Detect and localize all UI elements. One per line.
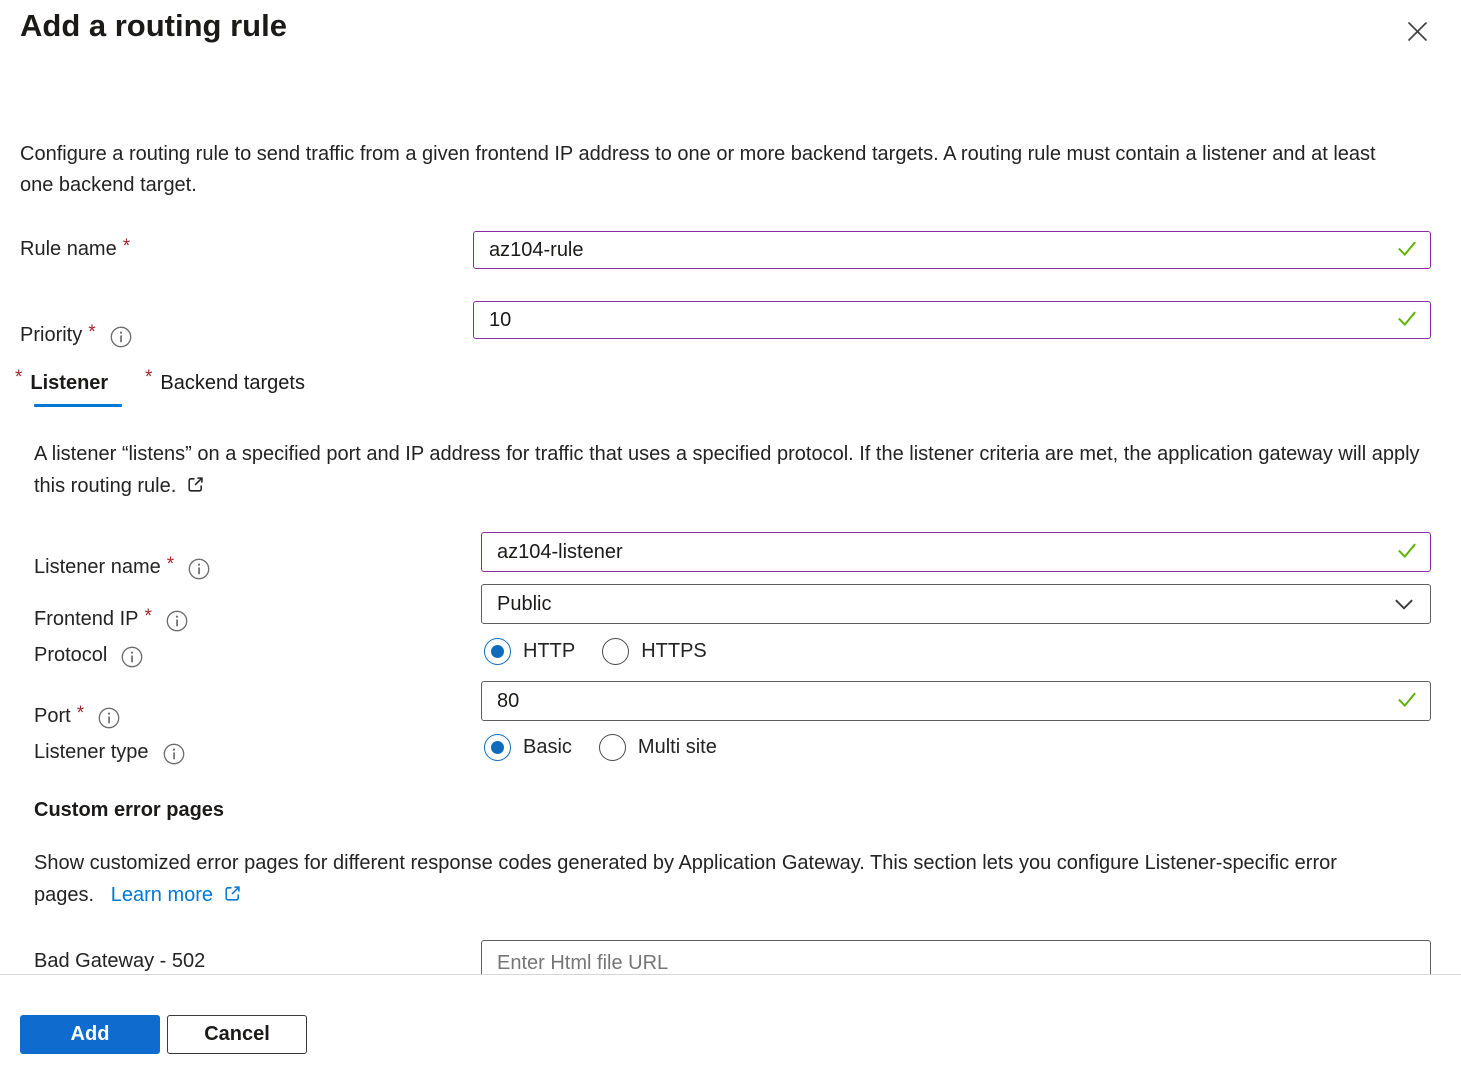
dialog-content: Add a routing rule Configure a routing r… xyxy=(0,0,1461,974)
protocol-radio-group: HTTP HTTPS xyxy=(484,638,734,665)
required-asterisk: * xyxy=(77,703,84,725)
listener-name-label-row: Listener name * xyxy=(34,556,210,579)
rule-name-label-row: Rule name * xyxy=(20,238,130,261)
listener-type-basic-label[interactable]: Basic xyxy=(523,736,572,759)
listener-type-multisite-label[interactable]: Multi site xyxy=(638,736,717,759)
listener-description: A listener “listens” on a specified port… xyxy=(34,438,1426,502)
required-asterisk: * xyxy=(88,322,95,344)
bad-gateway-fieldwrap xyxy=(481,940,1431,974)
listener-type-label: Listener type xyxy=(34,741,149,764)
port-label: Port xyxy=(34,705,71,728)
rule-name-fieldwrap xyxy=(473,231,1431,269)
add-button[interactable]: Add xyxy=(20,1015,160,1054)
dialog-footer: Add Cancel xyxy=(0,974,1461,1067)
protocol-http-label[interactable]: HTTP xyxy=(523,640,575,663)
cancel-button[interactable]: Cancel xyxy=(167,1015,307,1054)
radio-dot xyxy=(491,741,504,754)
listener-name-label: Listener name xyxy=(34,556,161,579)
priority-input[interactable] xyxy=(473,301,1431,339)
required-asterisk: * xyxy=(15,367,22,389)
listener-description-text: A listener “listens” on a specified port… xyxy=(34,443,1420,497)
page-title: Add a routing rule xyxy=(20,8,287,44)
listener-name-fieldwrap xyxy=(481,532,1431,572)
tab-listener[interactable]: * Listener xyxy=(18,370,108,396)
info-icon[interactable] xyxy=(163,743,185,765)
listener-type-radio-group: Basic Multi site xyxy=(484,734,744,761)
frontend-ip-selected-value: Public xyxy=(497,593,551,616)
protocol-https-label[interactable]: HTTPS xyxy=(641,640,707,663)
required-asterisk: * xyxy=(123,236,130,258)
frontend-ip-label-row: Frontend IP * xyxy=(34,608,188,631)
tab-backend-targets[interactable]: * Backend targets xyxy=(148,370,305,396)
info-icon[interactable] xyxy=(188,558,210,580)
required-asterisk: * xyxy=(145,606,152,628)
rule-name-input[interactable] xyxy=(473,231,1431,269)
add-routing-rule-dialog: Add a routing rule Configure a routing r… xyxy=(0,0,1461,1067)
info-icon[interactable] xyxy=(110,326,132,348)
frontend-ip-fieldwrap: Public xyxy=(481,584,1431,624)
listener-type-basic-radio[interactable] xyxy=(484,734,511,761)
info-icon[interactable] xyxy=(98,707,120,729)
info-icon[interactable] xyxy=(166,610,188,632)
bad-gateway-label-row: Bad Gateway - 502 xyxy=(34,950,205,973)
bad-gateway-label: Bad Gateway - 502 xyxy=(34,950,205,973)
dialog-intro-text: Configure a routing rule to send traffic… xyxy=(20,139,1390,201)
radio-dot xyxy=(491,645,504,658)
priority-fieldwrap xyxy=(473,301,1431,339)
tab-listener-label: Listener xyxy=(30,370,108,396)
close-icon xyxy=(1404,18,1431,45)
required-asterisk: * xyxy=(167,554,174,576)
custom-error-pages-description: Show customized error pages for differen… xyxy=(34,847,1386,911)
tab-backend-targets-label: Backend targets xyxy=(160,370,305,396)
frontend-ip-select[interactable]: Public xyxy=(481,584,1431,624)
external-link-icon[interactable] xyxy=(186,475,205,494)
active-tab-underline xyxy=(34,404,122,407)
learn-more-link[interactable]: Learn more xyxy=(111,884,213,906)
rule-name-label: Rule name xyxy=(20,238,117,261)
protocol-https-radio[interactable] xyxy=(602,638,629,665)
port-input[interactable] xyxy=(481,681,1431,721)
listener-type-multisite-radio[interactable] xyxy=(599,734,626,761)
close-button[interactable] xyxy=(1396,10,1438,52)
listener-type-label-row: Listener type xyxy=(34,741,185,764)
required-asterisk: * xyxy=(145,367,152,389)
protocol-label: Protocol xyxy=(34,644,107,667)
port-label-row: Port * xyxy=(34,705,120,728)
priority-label-row: Priority * xyxy=(20,324,132,347)
bad-gateway-url-input[interactable] xyxy=(481,940,1431,974)
custom-error-pages-heading: Custom error pages xyxy=(34,799,224,822)
listener-name-input[interactable] xyxy=(481,532,1431,572)
frontend-ip-label: Frontend IP xyxy=(34,608,139,631)
port-fieldwrap xyxy=(481,681,1431,721)
info-icon[interactable] xyxy=(121,646,143,668)
protocol-http-radio[interactable] xyxy=(484,638,511,665)
priority-label: Priority xyxy=(20,324,82,347)
external-link-icon[interactable] xyxy=(223,884,242,903)
protocol-label-row: Protocol xyxy=(34,644,143,667)
